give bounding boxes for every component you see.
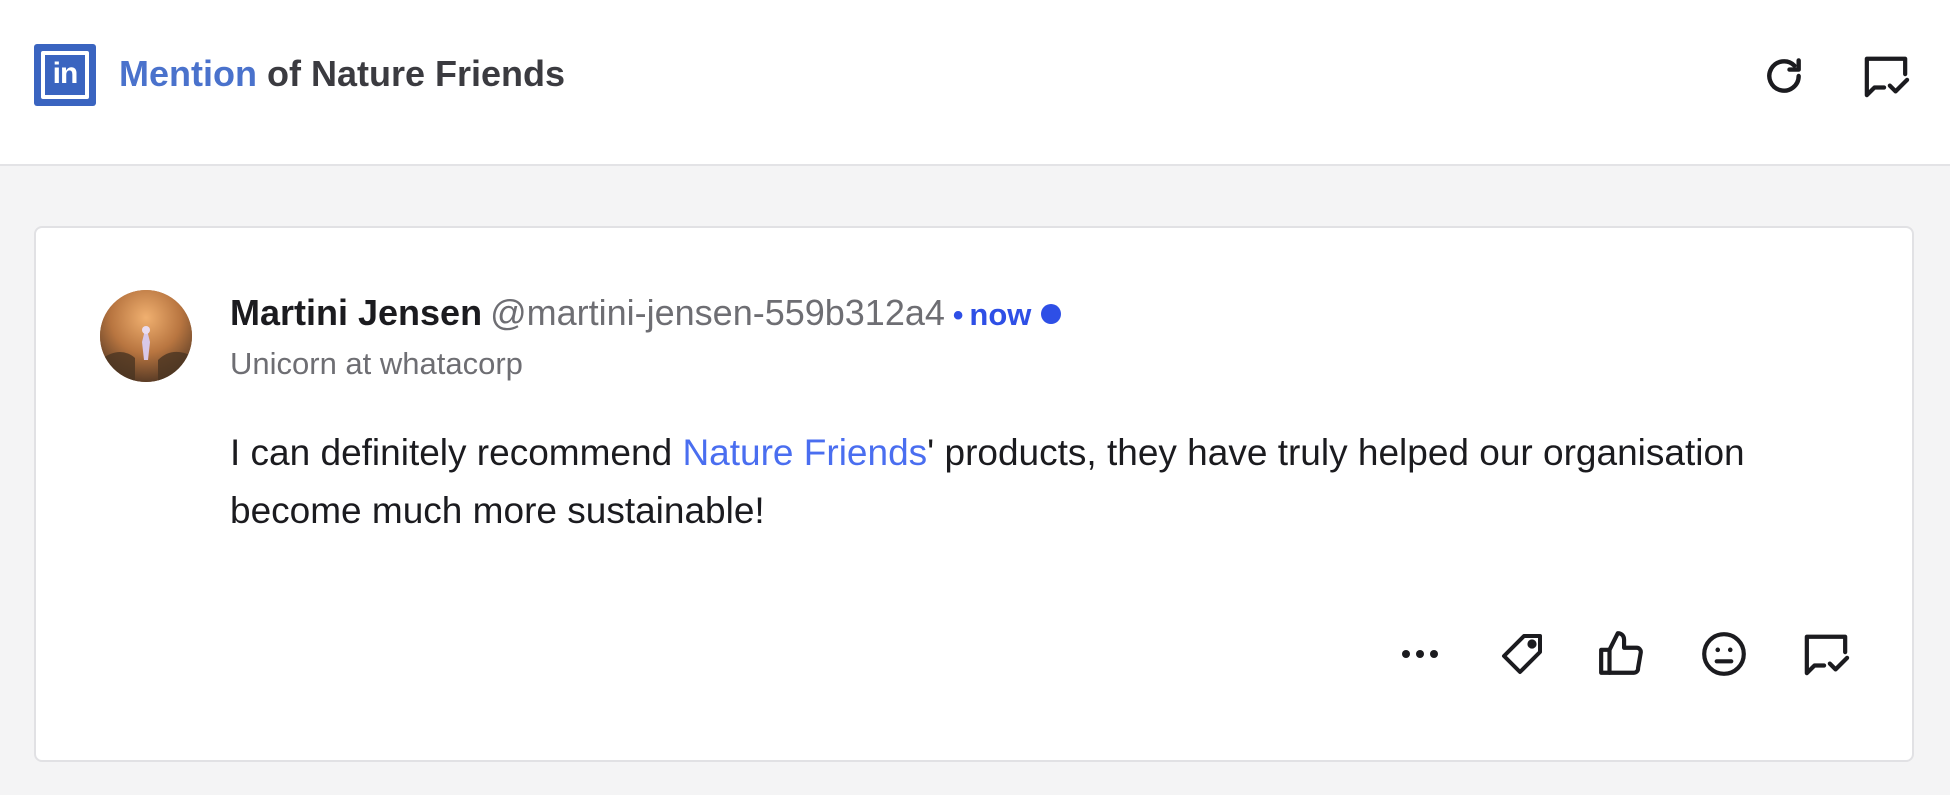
- author-line: Martini Jensen @martini-jensen-559b312a4 •…: [230, 290, 1062, 344]
- page-title: Mention of Nature Friends: [119, 52, 565, 96]
- emoji-button[interactable]: [1694, 624, 1754, 684]
- mention-link[interactable]: Nature Friends: [682, 432, 927, 473]
- tag-button[interactable]: [1492, 624, 1552, 684]
- unread-indicator: [1041, 304, 1062, 324]
- like-button[interactable]: [1592, 624, 1652, 684]
- post-time: now: [969, 297, 1032, 332]
- separator-dot: •: [952, 299, 964, 332]
- more-button[interactable]: [1390, 624, 1450, 684]
- linkedin-logo-text: in: [41, 51, 89, 99]
- title-rest: of Nature Friends: [256, 53, 566, 94]
- post-text-before: I can definitely recommend: [230, 432, 683, 473]
- avatar-image: [100, 290, 192, 382]
- post-body: I can definitely recommend Nature Friend…: [230, 424, 1850, 540]
- refresh-button[interactable]: [1756, 48, 1812, 104]
- like-icon: [1599, 631, 1643, 675]
- author-title: Unicorn at whatacorp: [230, 346, 523, 381]
- comment-check-icon: [1804, 634, 1850, 676]
- mark-done-button[interactable]: [1858, 48, 1914, 104]
- more-icon: [1402, 650, 1438, 658]
- post-card: Martini Jensen @martini-jensen-559b312a4 •…: [34, 226, 1914, 762]
- header-bar: in Mention of Nature Friends: [0, 0, 1950, 166]
- avatar[interactable]: [100, 290, 192, 382]
- author-handle[interactable]: @martini-jensen-559b312a4: [490, 292, 945, 333]
- linkedin-icon: in: [34, 44, 96, 106]
- emoji-icon: [1702, 632, 1746, 676]
- author-name[interactable]: Martini Jensen: [230, 292, 482, 333]
- mark-done-post-button[interactable]: [1796, 624, 1856, 684]
- comment-check-icon: [1864, 56, 1910, 98]
- refresh-icon: [1767, 58, 1801, 93]
- tag-icon: [1502, 634, 1542, 674]
- title-accent: Mention: [119, 53, 257, 94]
